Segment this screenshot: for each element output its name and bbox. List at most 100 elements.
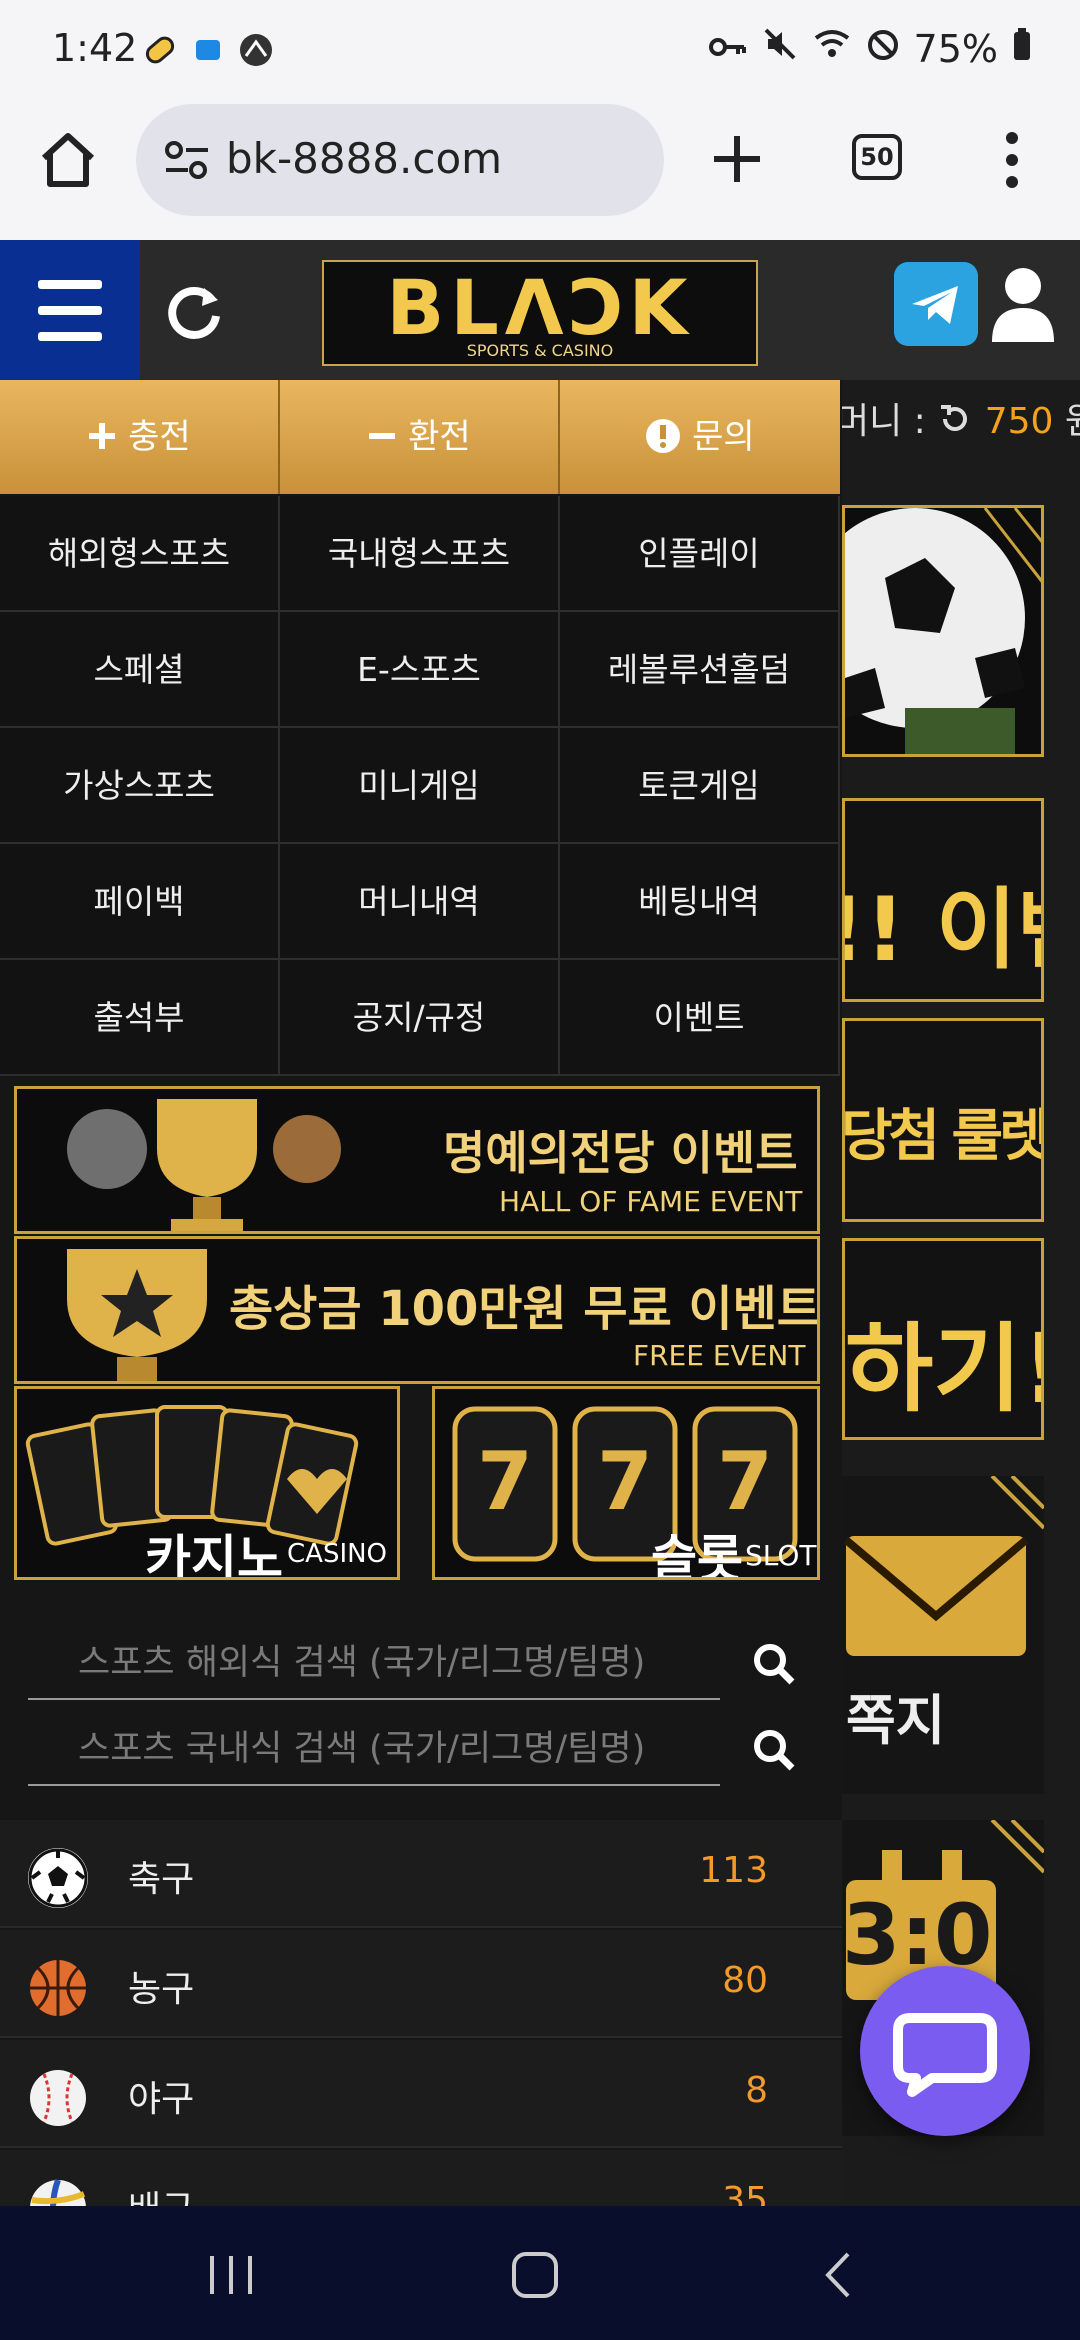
- message-card[interactable]: 쪽지: [842, 1476, 1044, 1794]
- reload-icon[interactable]: [937, 401, 984, 442]
- free-event-banner[interactable]: 총상금 100만원 무료 이벤트 FREE EVENT: [14, 1236, 820, 1384]
- overseas-search-input[interactable]: 스포츠 해외식 검색 (국가/리그명/팀명): [28, 1620, 720, 1700]
- live-chat-button[interactable]: [860, 1966, 1030, 2136]
- site-settings-icon[interactable]: [162, 138, 212, 186]
- menu-virtual-sports[interactable]: 가상스포츠: [0, 728, 280, 844]
- recent-apps-icon[interactable]: [206, 2252, 256, 2302]
- plus-icon: [87, 417, 128, 457]
- chat-bubble-icon: [893, 2013, 997, 2097]
- event-card-1[interactable]: !! 이벤트: [842, 798, 1044, 1002]
- hall-of-fame-title: 명예의전당 이벤트: [443, 1126, 798, 1180]
- sport-count: 8: [745, 2070, 768, 2111]
- site-logo[interactable]: BLΛϽK SPORTS & CASINO: [322, 260, 758, 366]
- inquiry-button[interactable]: 문의: [560, 380, 840, 494]
- menu-inplay[interactable]: 인플레이: [560, 496, 840, 612]
- menu-revolution-holdem[interactable]: 레볼루션홀덤: [560, 612, 840, 728]
- trophy-icon: [67, 1099, 341, 1231]
- side-menu-panel: 충전 환전 문의 해외형스포츠 국내형스포츠 인플레이 스페셜 E-스포츠 레볼…: [0, 380, 842, 2258]
- money-label: 머니 :: [836, 401, 926, 442]
- status-right: 75%: [708, 26, 1032, 71]
- sport-name: 농구: [128, 1969, 195, 2010]
- menu-esports[interactable]: E-스포츠: [280, 612, 560, 728]
- hamburger-menu-button[interactable]: [0, 240, 140, 380]
- menu-mini-game[interactable]: 미니게임: [280, 728, 560, 844]
- menu-money-history[interactable]: 머니내역: [280, 844, 560, 960]
- domestic-search-placeholder: 스포츠 국내식 검색 (국가/리그명/팀명): [78, 1729, 646, 1769]
- app-icon: [238, 32, 274, 72]
- sport-count: 80: [722, 1960, 768, 2001]
- menu-overseas-sports[interactable]: 해외형스포츠: [0, 496, 280, 612]
- mute-icon: [762, 26, 798, 71]
- wifi-icon: [812, 26, 852, 71]
- deposit-button[interactable]: 충전: [0, 380, 280, 494]
- sport-name: 축구: [128, 1859, 195, 1900]
- message-label: 쪽지: [846, 1689, 946, 1752]
- event-card-2[interactable]: 당첨 룰렛 이벤트: [842, 1018, 1044, 1222]
- url-text: bk-8888.com: [226, 134, 503, 183]
- menu-bet-history[interactable]: 베팅내역: [560, 844, 840, 960]
- withdraw-label: 환전: [408, 417, 471, 457]
- menu-attendance[interactable]: 출석부: [0, 960, 280, 1076]
- battery-level: 75%: [913, 26, 998, 71]
- domestic-search-input[interactable]: 스포츠 국내식 검색 (국가/리그명/팀명): [28, 1706, 720, 1786]
- more-menu-icon[interactable]: [1000, 130, 1024, 194]
- address-bar[interactable]: bk-8888.com: [136, 104, 664, 216]
- menu-special[interactable]: 스페셜: [0, 612, 280, 728]
- search-icon[interactable]: [752, 1642, 796, 1686]
- user-profile-icon[interactable]: [988, 262, 1058, 346]
- sport-row-soccer[interactable]: 축구 113: [0, 1820, 842, 1928]
- event-card-3[interactable]: 하기!!: [842, 1238, 1044, 1440]
- event-card-3-text: 하기!!: [845, 1313, 1041, 1425]
- telegram-icon[interactable]: [894, 262, 978, 346]
- free-event-subtitle: FREE EVENT: [633, 1339, 806, 1372]
- svg-text:7: 7: [477, 1435, 533, 1528]
- star-trophy-icon: [67, 1249, 207, 1381]
- casino-banner[interactable]: 카지노 CASINO: [14, 1386, 400, 1580]
- svg-text:7: 7: [597, 1435, 653, 1528]
- free-event-title: 총상금 100만원 무료 이벤트: [229, 1281, 820, 1337]
- new-tab-icon[interactable]: [710, 132, 764, 190]
- menu-payback[interactable]: 페이백: [0, 844, 280, 960]
- event-card-2-text: 당첨 룰렛 이벤트: [842, 1104, 1044, 1169]
- soccer-ball-icon: [28, 1848, 88, 1908]
- logo-subtitle: SPORTS & CASINO: [466, 341, 614, 360]
- hall-of-fame-subtitle: HALL OF FAME EVENT: [499, 1185, 803, 1218]
- basketball-icon: [28, 1958, 88, 2018]
- svg-text:7: 7: [717, 1435, 773, 1528]
- menu-token-game[interactable]: 토큰게임: [560, 728, 840, 844]
- menu-domestic-sports[interactable]: 국내형스포츠: [280, 496, 560, 612]
- home-nav-icon[interactable]: [510, 2250, 560, 2304]
- casino-subtitle: CASINO: [287, 1539, 388, 1569]
- soccer-ball-image: [845, 508, 1041, 754]
- soccer-banner-card[interactable]: [842, 505, 1044, 757]
- slot-subtitle: SLOT: [745, 1539, 817, 1572]
- site-header: BLΛϽK SPORTS & CASINO: [0, 240, 1080, 380]
- deposit-label: 충전: [128, 417, 191, 457]
- slot-banner[interactable]: 7 7 7 슬롯 SLOT: [432, 1386, 820, 1580]
- event-card-1-text: !! 이벤트: [845, 878, 1041, 981]
- browser-toolbar: bk-8888.com 50: [0, 100, 1080, 240]
- refresh-icon[interactable]: [164, 280, 226, 346]
- withdraw-button[interactable]: 환전: [280, 380, 560, 494]
- dnd-icon: [866, 27, 900, 71]
- minus-icon: [367, 417, 408, 457]
- tab-switcher-button[interactable]: 50: [852, 134, 902, 180]
- money-amount: 750: [984, 401, 1054, 442]
- sport-count: 113: [699, 1850, 768, 1891]
- menu-notice-rules[interactable]: 공지/규정: [280, 960, 560, 1076]
- casino-title: 카지노: [145, 1530, 283, 1580]
- sport-row-basketball[interactable]: 농구 80: [0, 1930, 842, 2038]
- store-icon: [192, 34, 224, 70]
- hall-of-fame-banner[interactable]: 명예의전당 이벤트 HALL OF FAME EVENT: [14, 1086, 820, 1234]
- back-icon[interactable]: [818, 2250, 858, 2304]
- money-unit: 원: [1065, 401, 1080, 442]
- baseball-icon: [28, 2068, 88, 2128]
- battery-icon: [1012, 27, 1032, 71]
- slot-title: 슬롯: [651, 1530, 743, 1580]
- search-icon[interactable]: [752, 1728, 796, 1772]
- sport-row-baseball[interactable]: 야구 8: [0, 2040, 842, 2148]
- status-time: 1:42: [52, 26, 138, 70]
- menu-events[interactable]: 이벤트: [560, 960, 840, 1076]
- home-icon[interactable]: [36, 128, 100, 196]
- money-display: 머니 : 750 원: [836, 392, 1080, 444]
